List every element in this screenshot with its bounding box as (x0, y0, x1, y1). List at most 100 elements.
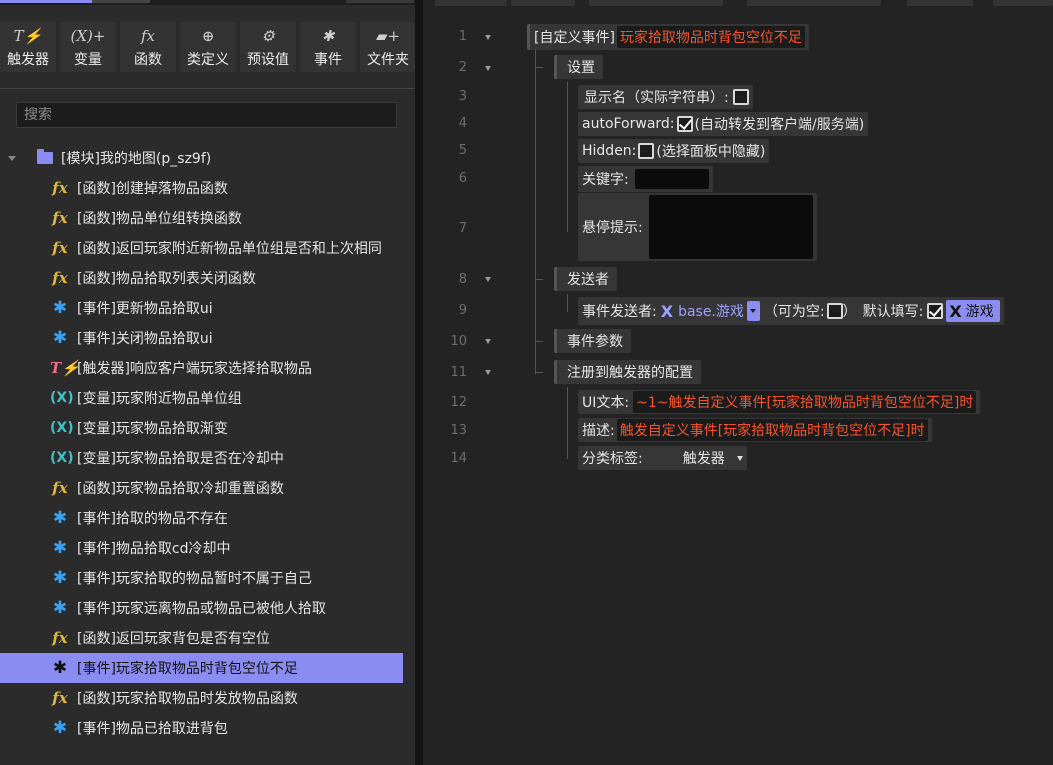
tree-item[interactable]: ✱ [事件]关闭物品拾取ui (0, 323, 403, 353)
chevron-down-icon[interactable] (736, 455, 743, 461)
tree-item[interactable]: T⚡ [触发器]响应客户端玩家选择拾取物品 (0, 353, 403, 383)
line-number: 12 (450, 395, 467, 410)
tree-item[interactable]: fx [函数]创建掉落物品函数 (0, 173, 403, 203)
register-label: 注册到触发器的配置 (567, 365, 693, 381)
event-icon: ✱ (52, 538, 68, 558)
auto-forward-checkbox[interactable] (676, 116, 693, 132)
class-icon: ⊕ (201, 27, 215, 45)
tree-item-label: [事件]拾取的物品不存在 (77, 511, 228, 527)
tree-item[interactable]: ✱ [事件]物品已拾取进背包 (0, 713, 403, 743)
tooltip-input[interactable] (648, 195, 813, 259)
fold-toggle-icon[interactable] (485, 35, 491, 40)
tree-item[interactable]: ✱ [事件]拾取的物品不存在 (0, 503, 403, 533)
tree-item[interactable]: (X) [变量]玩家物品拾取渐变 (0, 413, 403, 443)
settings-section[interactable]: 设置 (554, 55, 603, 79)
toolbar-button-edge[interactable] (993, 0, 1053, 6)
tree-item-label: [事件]关闭物品拾取ui (77, 331, 213, 347)
panel-tab[interactable] (346, 0, 414, 3)
event-sender-value[interactable]: base.游戏 (678, 301, 744, 321)
fold-toggle-icon[interactable] (485, 339, 491, 344)
register-section[interactable]: 注册到触发器的配置 (554, 360, 701, 384)
params-section[interactable]: 事件参数 (554, 329, 631, 353)
panel-tab-active[interactable] (0, 0, 92, 3)
line-number: 5 (458, 143, 467, 158)
tree-guide (535, 67, 543, 68)
function-icon: fx (52, 269, 68, 287)
variable-icon: (X)+ (70, 27, 106, 45)
sender-dropdown-button[interactable] (746, 301, 760, 321)
fold-toggle-icon[interactable] (485, 66, 491, 71)
default-fill-checkbox[interactable] (927, 303, 944, 319)
toolbar-button-label: 触发器 (7, 52, 49, 68)
tree-item[interactable]: ✱ [事件]玩家远离物品或物品已被他人拾取 (0, 593, 403, 623)
keyword-label: 关键字: (582, 172, 629, 188)
tree-item[interactable]: ✱ [事件]物品拾取cd冷却中 (0, 533, 403, 563)
tree-item-label: [函数]物品单位组转换函数 (77, 211, 242, 227)
toolbar-preset-button[interactable]: ⚙ 预设值 (240, 22, 296, 72)
description-value[interactable]: 触发自定义事件[玩家拾取物品时背包空位不足]时 (616, 419, 928, 441)
category-select-value[interactable]: 触发器 (683, 448, 725, 468)
chevron-down-icon[interactable] (8, 155, 16, 161)
tree-item[interactable]: ✱ [事件]玩家拾取物品时背包空位不足 (0, 653, 403, 683)
ui-text-label: UI文本: (582, 395, 630, 411)
nullable-checkbox[interactable] (826, 303, 843, 319)
tree-item[interactable]: fx [函数]物品单位组转换函数 (0, 203, 403, 233)
auto-forward-row: autoForward: (自动转发到客户端/服务端) (578, 112, 869, 136)
toolbar-button-edge[interactable] (907, 0, 973, 6)
function-icon: fx (52, 479, 68, 497)
tree-item[interactable]: ✱ [事件]更新物品拾取ui (0, 293, 403, 323)
tree-item[interactable]: fx [函数]返回玩家背包是否有空位 (0, 623, 403, 653)
editor-panel: 1 2 3 4 5 6 7 8 9 10 11 12 13 14 [自定义事件] 玩家拾取物品时背包空位不… (423, 0, 1053, 765)
function-icon: fx (52, 179, 68, 197)
custom-event-name[interactable]: 玩家拾取物品时背包空位不足 (616, 26, 805, 48)
tree-item[interactable]: (X) [变量]玩家物品拾取是否在冷却中 (0, 443, 403, 473)
tree-item-label: [函数]创建掉落物品函数 (77, 181, 228, 197)
tree-item-label: [事件]更新物品拾取ui (77, 301, 213, 317)
fold-toggle-icon[interactable] (485, 370, 491, 375)
toolbar-event-button[interactable]: ✱ 事件 (300, 22, 356, 72)
toolbar-button-edge[interactable] (435, 0, 507, 6)
event-icon: ✱ (52, 658, 68, 678)
panel-splitter[interactable] (415, 0, 423, 765)
toolbar-button-edge[interactable] (747, 0, 881, 6)
search-input[interactable] (16, 102, 397, 128)
tree-item-label: [函数]返回玩家背包是否有空位 (77, 631, 270, 647)
tree-item[interactable]: fx [函数]玩家拾取物品时发放物品函数 (0, 683, 403, 713)
display-name-checkbox[interactable] (732, 89, 749, 105)
variable-icon: (X) (50, 390, 74, 406)
tree-item-label: [事件]玩家拾取物品时背包空位不足 (77, 661, 298, 677)
event-icon: ✱ (52, 328, 68, 348)
custom-event-header[interactable]: [自定义事件] 玩家拾取物品时背包空位不足 (527, 24, 809, 50)
tree-item[interactable]: fx [函数]物品拾取列表关闭函数 (0, 263, 403, 293)
tree-item[interactable]: fx [函数]玩家物品拾取冷却重置函数 (0, 473, 403, 503)
line-number: 11 (450, 365, 467, 380)
trigger-icon: T⚡ (13, 27, 43, 45)
toolbar-button-edge[interactable] (589, 0, 723, 6)
tree-item-label: [触发器]响应客户端玩家选择拾取物品 (77, 361, 312, 377)
tree-item-label: [事件]玩家拾取的物品暂时不属于自己 (77, 571, 312, 587)
fold-toggle-icon[interactable] (485, 277, 491, 282)
panel-tab-strip (0, 0, 415, 5)
toolbar-variable-button[interactable]: (X)+ 变量 (60, 22, 116, 72)
tree-item-label: [事件]物品已拾取进背包 (77, 721, 228, 737)
sender-section[interactable]: 发送者 (554, 267, 617, 291)
default-fill-value-pill[interactable]: 𝗫 游戏 (946, 300, 1000, 322)
event-icon: ✱ (52, 718, 68, 738)
tree-item[interactable]: fx [函数]返回玩家附近新物品单位组是否和上次相同 (0, 233, 403, 263)
keyword-input[interactable] (634, 169, 709, 189)
function-icon: fx (52, 629, 68, 647)
tree-item[interactable]: ✱ [事件]玩家拾取的物品暂时不属于自己 (0, 563, 403, 593)
tree-root-module[interactable]: [模块]我的地图(p_sz9f) (0, 146, 403, 170)
toolbar-trigger-button[interactable]: T⚡ 触发器 (0, 22, 56, 72)
toolbar-class-button[interactable]: ⊕ 类定义 (180, 22, 236, 72)
tree-item[interactable]: (X) [变量]玩家附近物品单位组 (0, 383, 403, 413)
line-number: 2 (458, 60, 467, 75)
line-number: 8 (458, 272, 467, 287)
ui-text-value[interactable]: ~1~触发自定义事件[玩家拾取物品时背包空位不足]时 (633, 391, 977, 413)
panel-tab[interactable] (92, 0, 150, 3)
toolbar-button-edge[interactable] (511, 0, 575, 6)
hidden-checkbox[interactable] (638, 143, 655, 159)
toolbar-function-button[interactable]: fx 函数 (120, 22, 176, 72)
toolbar-folder-add-button[interactable]: ▰+ 文件夹 (360, 22, 416, 72)
tree-guide (535, 341, 543, 342)
